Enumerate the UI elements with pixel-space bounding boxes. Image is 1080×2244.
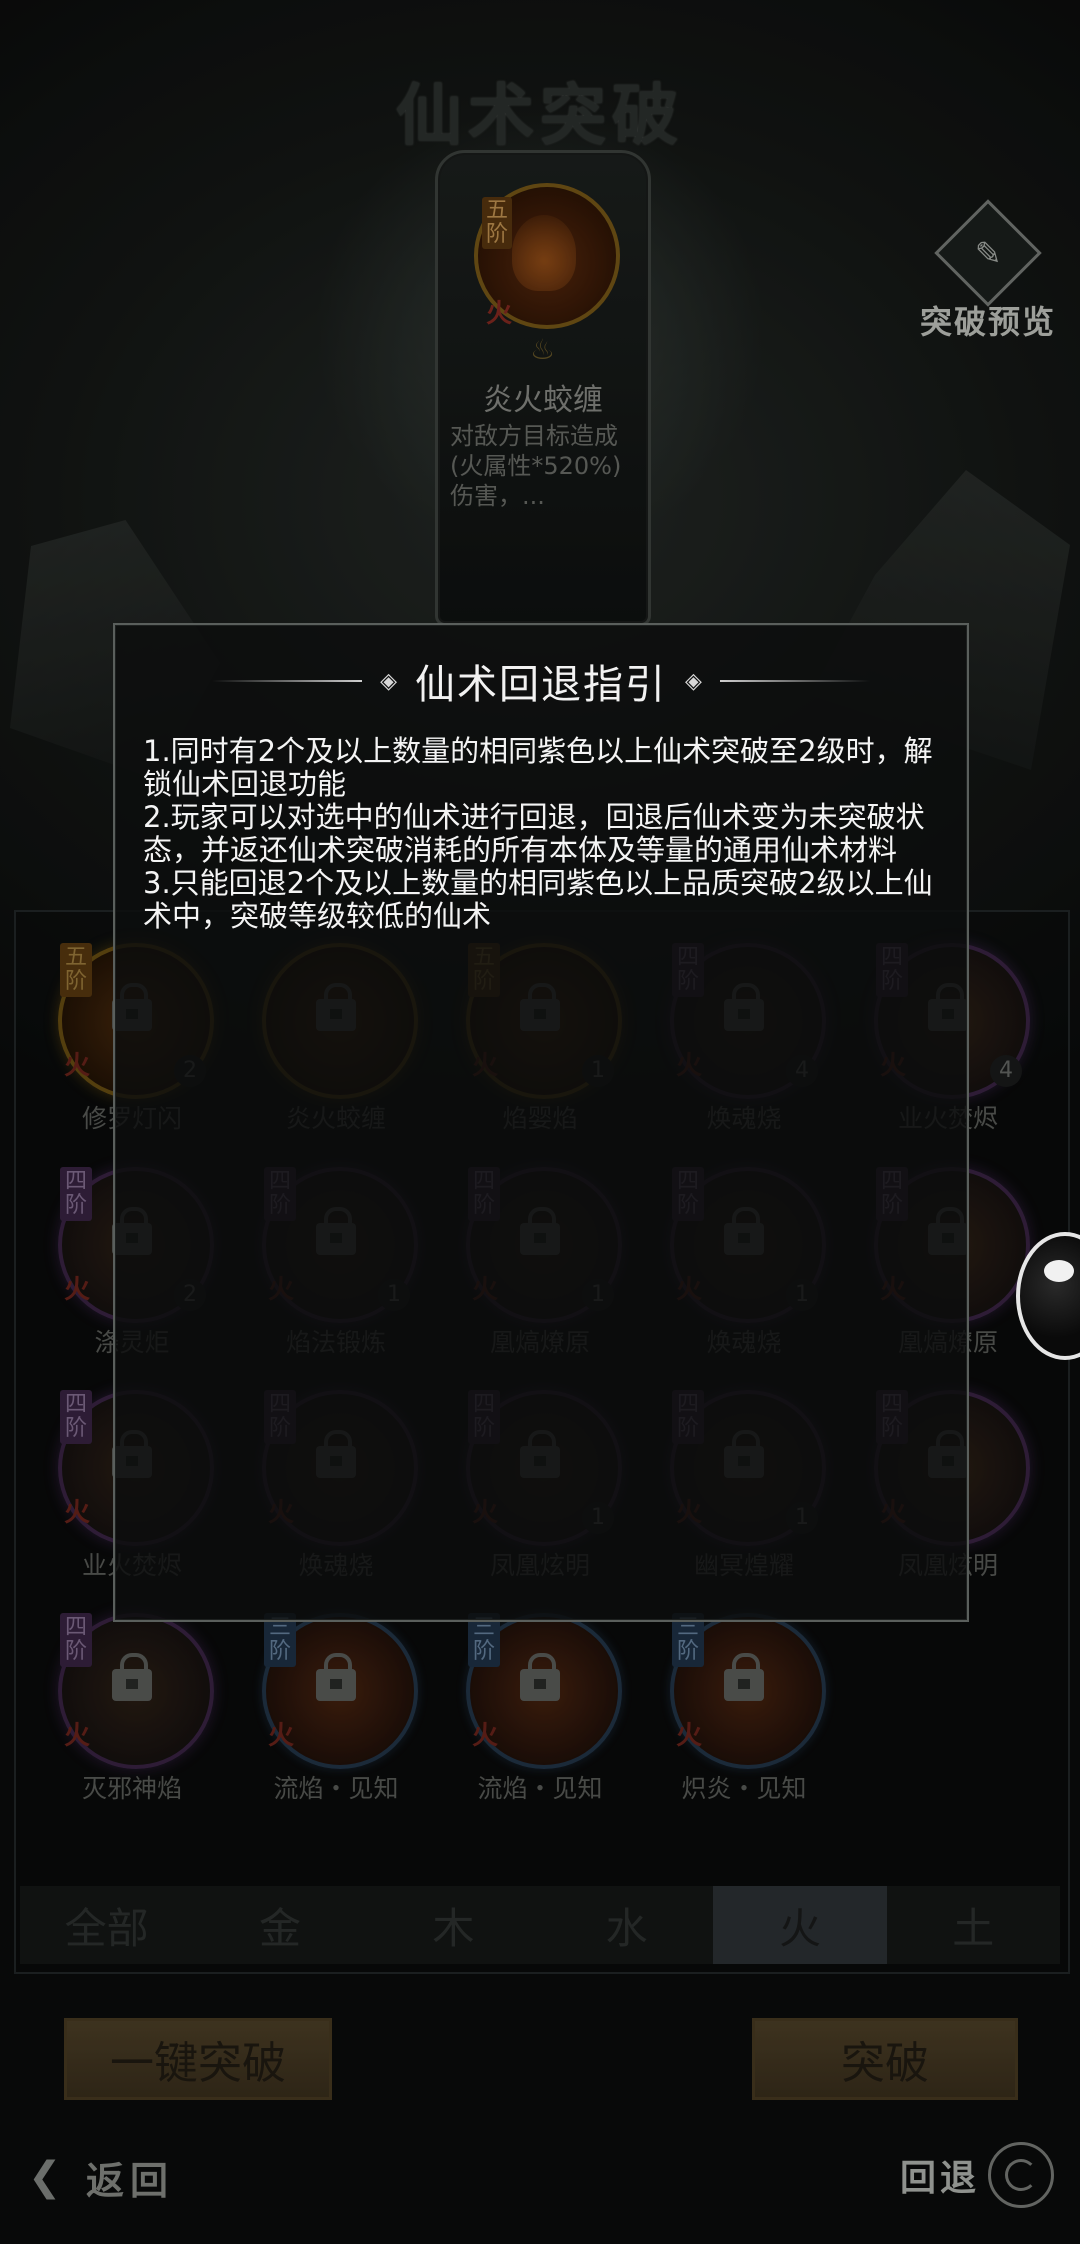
diamond-ornament-icon: ◈ xyxy=(380,668,397,694)
header-divider-right xyxy=(719,680,870,682)
rollback-guide-dialog: ◈ 仙术回退指引 ◈ 1.同时有2个及以上数量的相同紫色以上仙术突破至2级时，解… xyxy=(113,623,969,1622)
rule-1: 1.同时有2个及以上数量的相同紫色以上仙术突破至2级时，解锁仙术回退功能 xyxy=(143,734,933,801)
diamond-ornament-icon: ◈ xyxy=(685,668,702,694)
dialog-title: 仙术回退指引 xyxy=(415,662,667,708)
dialog-body: 1.同时有2个及以上数量的相同紫色以上仙术突破至2级时，解锁仙术回退功能 2.玩… xyxy=(143,735,943,933)
rule-2: 2.玩家可以对选中的仙术进行回退，回退后仙术变为未突破状态，并返还仙术突破消耗的… xyxy=(143,800,925,867)
header-divider-left xyxy=(212,680,363,682)
dialog-header: ◈ 仙术回退指引 ◈ xyxy=(115,651,967,711)
rule-3: 3.只能回退2个及以上数量的相同紫色以上品质突破2级以上仙术中，突破等级较低的仙… xyxy=(143,866,933,933)
